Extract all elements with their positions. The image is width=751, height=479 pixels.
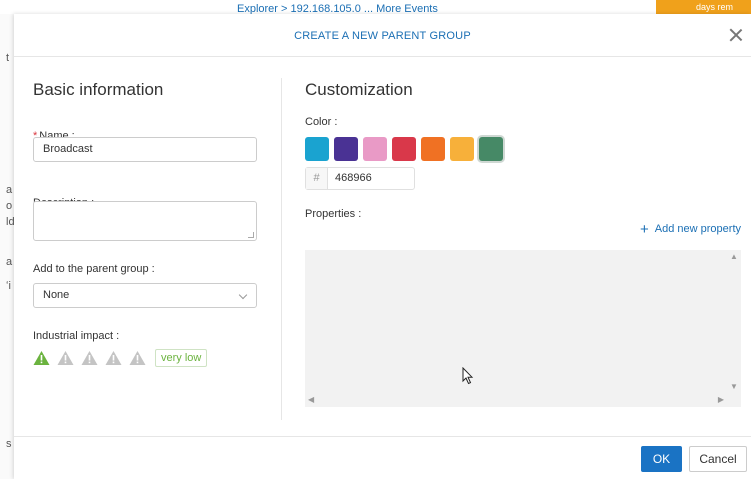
scroll-down-icon[interactable]: ▼: [730, 382, 738, 391]
background-char: t: [6, 52, 10, 64]
color-swatch[interactable]: [305, 137, 329, 161]
dialog-header: CREATE A NEW PARENT GROUP: [14, 14, 751, 57]
customization-heading: Customization: [305, 80, 413, 99]
color-swatch[interactable]: [334, 137, 358, 161]
parent-group-label: Add to the parent group :: [33, 263, 155, 275]
background-left-column: t a o ld a ʻi s: [0, 14, 15, 479]
properties-label: Properties :: [305, 208, 362, 220]
parent-group-select[interactable]: None: [33, 283, 257, 308]
background-char: a: [6, 184, 13, 196]
create-parent-group-dialog: CREATE A NEW PARENT GROUP Basic informat…: [14, 14, 751, 479]
impact-level-2-icon[interactable]: [57, 350, 74, 366]
hex-value: 468966: [335, 172, 372, 184]
impact-level-4-icon[interactable]: [105, 350, 122, 366]
description-textarea[interactable]: [33, 201, 257, 241]
hex-color-input[interactable]: # 468966: [305, 167, 415, 190]
color-label: Color :: [305, 116, 338, 128]
ok-button[interactable]: OK: [641, 446, 682, 472]
scroll-right-icon[interactable]: ▶: [718, 395, 724, 404]
industrial-impact-label: Industrial impact :: [33, 330, 120, 342]
license-badge: days rem: [656, 0, 751, 14]
horizontal-scrollbar[interactable]: ◀ ▶: [305, 393, 727, 407]
impact-level-badge: very low: [155, 349, 208, 367]
cancel-button[interactable]: Cancel: [689, 446, 747, 472]
mouse-cursor-icon: [462, 367, 474, 385]
properties-list: ▲ ▼ ◀ ▶: [305, 250, 741, 407]
impact-level-3-icon[interactable]: [81, 350, 98, 366]
background-char: a: [6, 256, 13, 268]
color-palette: [305, 137, 508, 161]
name-input[interactable]: Broadcast: [33, 137, 257, 162]
hex-prefix: #: [306, 168, 328, 189]
impact-level-5-icon[interactable]: [129, 350, 146, 366]
parent-group-value: None: [43, 289, 70, 301]
chevron-down-icon: [238, 290, 248, 300]
background-char: ʻi: [6, 280, 11, 292]
add-new-property-label: Add new property: [654, 223, 741, 235]
industrial-impact-selector: very low: [33, 349, 208, 367]
add-new-property-link[interactable]: + Add new property: [640, 220, 741, 238]
resize-grip-icon[interactable]: [248, 232, 254, 238]
vertical-scrollbar[interactable]: ▲ ▼: [727, 250, 741, 393]
plus-icon: +: [640, 220, 649, 238]
column-divider: [281, 78, 282, 420]
color-swatch[interactable]: [450, 137, 474, 161]
basic-information-heading: Basic information: [33, 80, 164, 99]
color-swatch[interactable]: [392, 137, 416, 161]
impact-level-1-icon[interactable]: [33, 350, 50, 366]
close-icon[interactable]: [729, 28, 743, 42]
dialog-title: CREATE A NEW PARENT GROUP: [294, 30, 471, 42]
background-topbar: Explorer > 192.168.105.0 ... More Events…: [0, 0, 751, 15]
color-swatch[interactable]: [363, 137, 387, 161]
color-swatch[interactable]: [479, 137, 503, 161]
dialog-footer: OK Cancel: [14, 436, 751, 479]
background-char: s: [6, 438, 12, 450]
scroll-up-icon[interactable]: ▲: [730, 252, 738, 261]
background-char: o: [6, 200, 13, 212]
scroll-left-icon[interactable]: ◀: [308, 395, 314, 404]
color-swatch[interactable]: [421, 137, 445, 161]
